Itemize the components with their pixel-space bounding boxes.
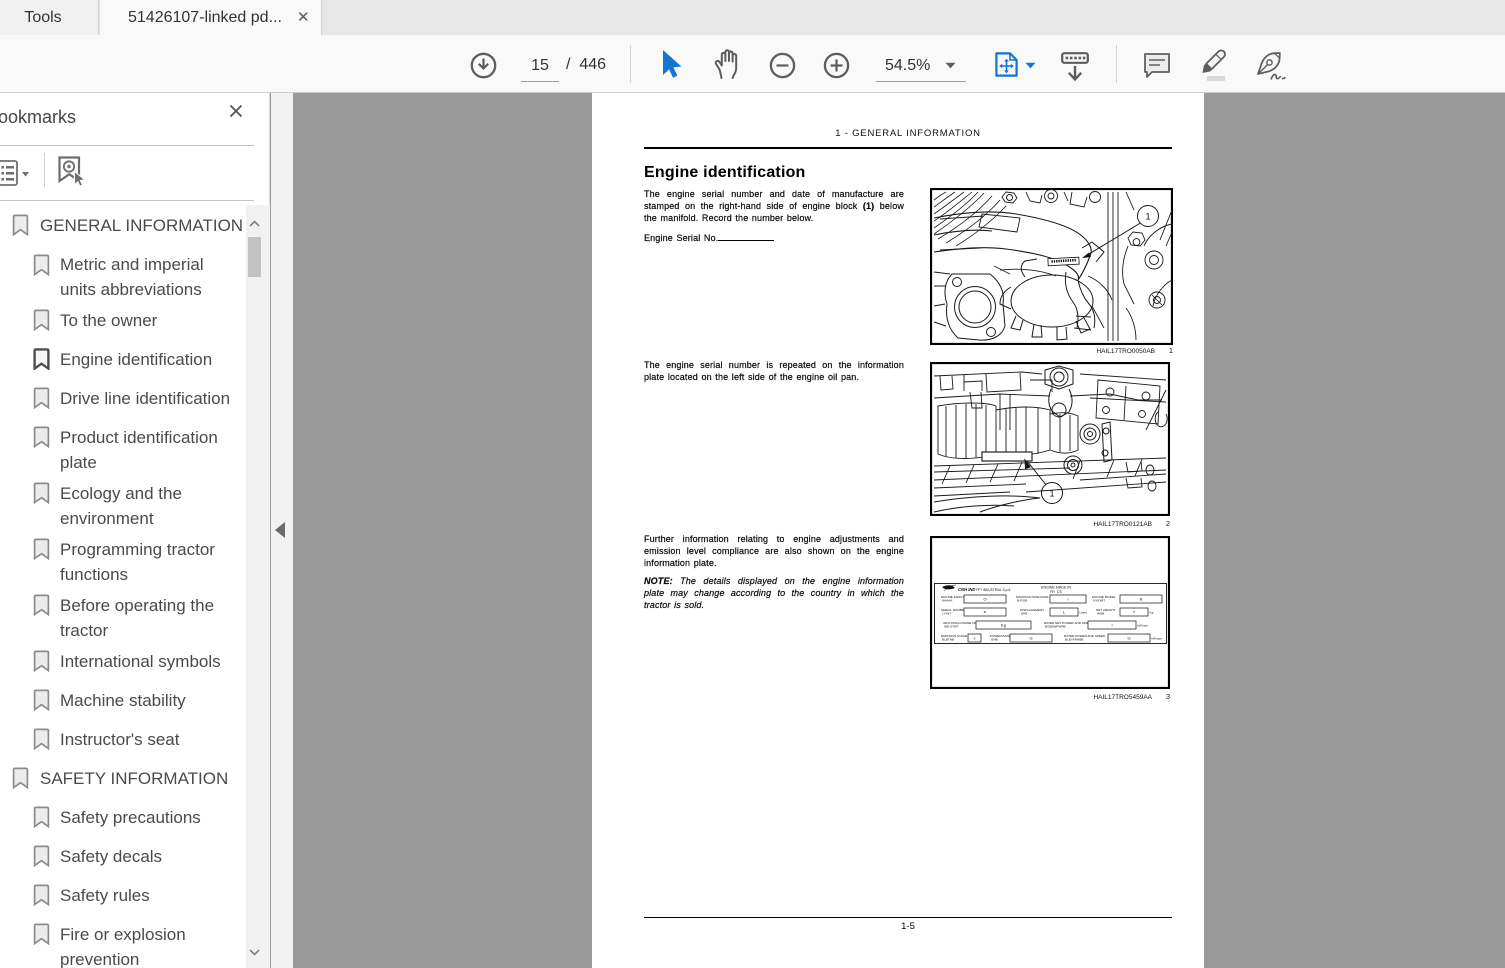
svg-text:WNB: WNB [1097, 612, 1104, 616]
svg-text:AAAAA: AAAAA [942, 599, 953, 603]
svg-text:P: P [984, 610, 987, 615]
svg-text:DKB: DKB [1021, 612, 1027, 616]
svg-text:BLBTNB: BLBTNB [942, 638, 954, 642]
svg-text:B-F/GB: B-F/GB [1017, 599, 1027, 603]
svg-text:LY-WT: LY-WT [942, 612, 951, 616]
svg-text:CNH IND: CNH IND [958, 587, 975, 592]
svg-text:FPT INDUSTRIAL S.p.A: FPT INDUSTRIAL S.p.A [976, 588, 1011, 592]
svg-text:BGEBWFWRB: BGEBWFWRB [1045, 625, 1066, 629]
svg-text:FR CS: FR CS [1050, 590, 1062, 594]
svg-text:GHB: GHB [991, 638, 998, 642]
svg-text:Eg: Eg [1001, 623, 1006, 628]
svg-text:kW/rpm: kW/rpm [1152, 637, 1163, 641]
svg-text:O: O [983, 597, 986, 602]
svg-text:I: I [1111, 623, 1112, 628]
svg-text:WE-STWT: WE-STWT [944, 625, 959, 629]
svg-text:G: G [1029, 636, 1032, 641]
svg-text:I: I [1067, 597, 1068, 602]
svg-text:XXXXBT: XXXXBT [1093, 599, 1105, 603]
svg-text:BLBYAHHBB: BLBYAHHBB [1065, 638, 1083, 642]
svg-text:kW/rpm: kW/rpm [1138, 624, 1149, 628]
svg-text:B: B [1140, 597, 1143, 602]
svg-text:1: 1 [1145, 212, 1150, 222]
svg-text:Kg: Kg [1150, 611, 1154, 615]
svg-text:ENGINE MADE IN: ENGINE MADE IN [1041, 586, 1071, 590]
svg-text:x: x [974, 636, 976, 641]
svg-text:G: G [1127, 636, 1130, 641]
svg-text:Liters: Liters [1080, 611, 1088, 615]
